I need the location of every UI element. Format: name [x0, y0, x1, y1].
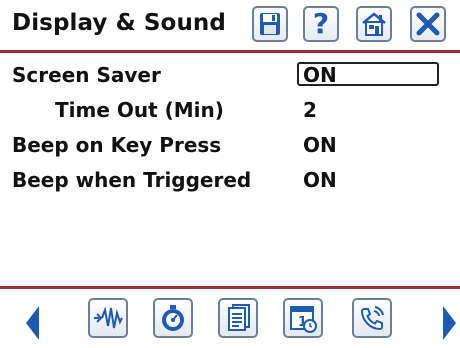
help-button[interactable]: ? — [303, 6, 339, 42]
waveform-button[interactable] — [88, 298, 128, 338]
screen-saver-value[interactable]: ON — [303, 63, 337, 87]
question-icon: ? — [312, 7, 330, 40]
close-icon — [416, 12, 440, 36]
calendar-clock-icon: 1 — [290, 306, 317, 333]
left-arrow-icon[interactable] — [26, 306, 39, 340]
home-button[interactable] — [356, 6, 392, 42]
pages-button[interactable] — [218, 298, 258, 338]
phone-icon — [360, 306, 384, 331]
header-divider — [0, 50, 460, 53]
phone-button[interactable] — [352, 298, 392, 338]
calendar-button[interactable]: 1 — [283, 298, 323, 338]
save-disk-icon — [260, 13, 280, 35]
save-button[interactable] — [252, 6, 288, 42]
page-title: Display & Sound — [12, 10, 226, 36]
home-icon — [362, 12, 386, 36]
right-arrow-icon[interactable] — [443, 306, 456, 340]
beep-key-label: Beep on Key Press — [12, 133, 222, 157]
header-bar: Display & Sound ? — [0, 0, 460, 50]
beep-trigger-value[interactable]: ON — [303, 168, 337, 192]
beep-key-value[interactable]: ON — [303, 133, 337, 157]
meter-dial-icon — [162, 305, 184, 331]
pages-icon — [228, 304, 250, 331]
close-button[interactable] — [410, 6, 446, 42]
display-sound-screen: Display & Sound ? Screen Saver ON Time O… — [0, 0, 460, 348]
time-out-label: Time Out (Min) — [55, 98, 224, 122]
beep-trigger-label: Beep when Triggered — [12, 168, 252, 192]
meter-button[interactable] — [153, 298, 193, 338]
waveform-icon — [94, 306, 123, 329]
screen-saver-label: Screen Saver — [12, 63, 161, 87]
time-out-value[interactable]: 2 — [303, 98, 317, 122]
